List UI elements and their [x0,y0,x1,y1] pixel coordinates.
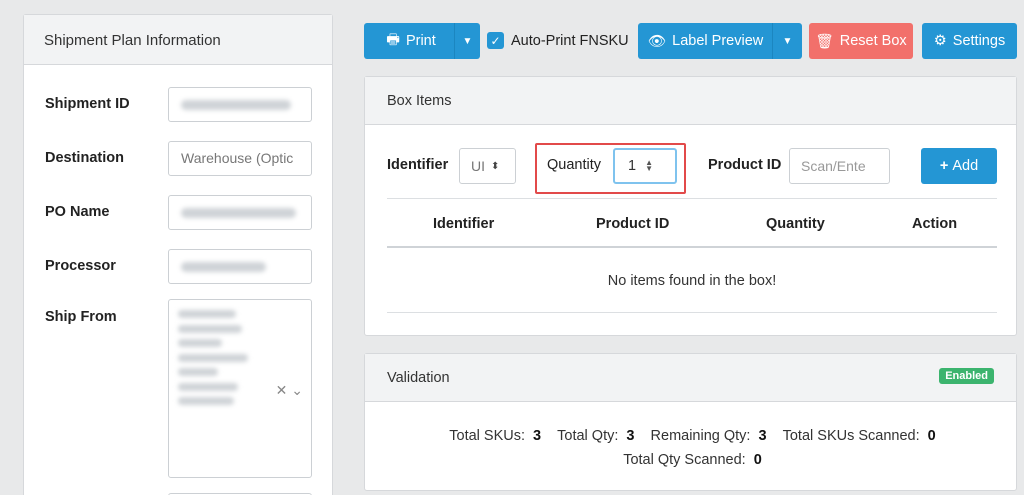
quantity-value: 1 [628,158,637,174]
product-id-label: Product ID [708,157,782,173]
sort-icon: ⬍ [491,160,500,172]
total-qty-scanned-value: 0 [753,452,762,468]
product-id-input[interactable]: Scan/Ente [789,148,890,184]
box-items-table-header: Identifier Product ID Quantity Action [387,198,997,248]
column-identifier[interactable]: Identifier [433,216,494,232]
redacted-address [178,310,248,412]
box-items-card: Box Items Identifier UI ⬍ Quantity 1 ▲ ▼ … [364,76,1017,336]
column-quantity[interactable]: Quantity [766,216,825,232]
validation-stats-line-1: Total SKUs: 3 Total Qty: 3 Remaining Qty… [365,428,1016,444]
plus-icon: + [939,158,949,174]
quantity-stepper[interactable]: 1 ▲ ▼ [613,148,677,184]
eye-icon: 👁 [647,33,667,50]
status-badge: Enabled [939,368,994,384]
identifier-select[interactable]: UI ⬍ [459,148,516,184]
processor-label: Processor [45,258,116,274]
settings-button[interactable]: ⚙ Settings [922,23,1017,59]
caret-down-icon: ▼ [462,35,473,47]
auto-print-fnsku[interactable]: ✓ Auto-Print FNSKU [487,32,629,49]
add-button[interactable]: + Add [921,148,997,184]
reset-box-label: Reset Box [839,33,907,49]
spinner-icon[interactable]: ▲ ▼ [645,159,653,173]
redacted-value [181,262,266,273]
trash-icon: 🗑 [815,33,834,50]
column-product-id[interactable]: Product ID [596,216,669,232]
column-action[interactable]: Action [912,216,957,232]
total-skus-label: Total SKUs: [449,428,525,444]
quantity-label: Quantity [547,157,601,173]
settings-label: Settings [952,33,1006,49]
chevron-down-icon[interactable]: ⌄ [291,382,303,398]
validation-header: Validation Enabled [365,354,1016,402]
validation-card: Validation Enabled Total SKUs: 3 Total Q… [364,353,1017,491]
total-skus-scanned-value: 0 [927,428,936,444]
destination-label: Destination [45,150,124,166]
check-icon: ✓ [490,33,501,48]
clear-icon[interactable]: ✕ [276,382,288,398]
total-qty-value: 3 [626,428,635,444]
total-qty-scanned-label: Total Qty Scanned: [623,452,746,468]
label-preview-button[interactable]: 👁 Label Preview [638,23,773,59]
redacted-value [181,208,296,219]
box-items-title: Box Items [365,77,1016,125]
po-name-label: PO Name [45,204,110,220]
caret-down-icon: ▼ [782,35,793,47]
empty-table-message: No items found in the box! [387,248,997,313]
reset-box-button[interactable]: 🗑 Reset Box [809,23,913,59]
shipment-id-field[interactable] [168,87,312,122]
shipment-id-label: Shipment ID [45,96,130,112]
po-name-field[interactable] [168,195,312,230]
processor-field[interactable] [168,249,312,284]
remaining-qty-label: Remaining Qty: [650,428,751,444]
add-label: Add [952,158,979,174]
total-qty-label: Total Qty: [557,428,619,444]
validation-title: Validation [387,370,450,386]
remaining-qty-value: 3 [758,428,767,444]
print-label: Print [405,33,436,49]
printer-icon: 🖶 [386,31,400,48]
product-id-placeholder: Scan/Ente [801,158,866,174]
print-button[interactable]: 🖶 Print [364,23,458,59]
ship-from-label: Ship From [45,309,117,325]
total-skus-scanned-label: Total SKUs Scanned: [782,428,920,444]
auto-print-checkbox[interactable]: ✓ [487,32,504,49]
redacted-value [181,100,291,111]
label-preview-dropdown-toggle[interactable]: ▼ [772,23,802,59]
print-dropdown-toggle[interactable]: ▼ [454,23,480,59]
auto-print-label: Auto-Print FNSKU [511,32,629,49]
identifier-label: Identifier [387,157,449,173]
ship-from-select[interactable]: ✕ ⌄ [168,299,312,478]
validation-stats-line-2: Total Qty Scanned: 0 [365,452,1016,468]
identifier-value: UI [471,158,485,174]
gear-icon: ⚙ [933,33,947,49]
shipment-plan-title: Shipment Plan Information [24,15,332,65]
shipment-plan-panel: Shipment Plan Information Shipment ID De… [23,14,333,495]
destination-field[interactable]: Warehouse (Optic [168,141,312,176]
total-skus-value: 3 [533,428,542,444]
label-preview-label: Label Preview [672,33,764,49]
